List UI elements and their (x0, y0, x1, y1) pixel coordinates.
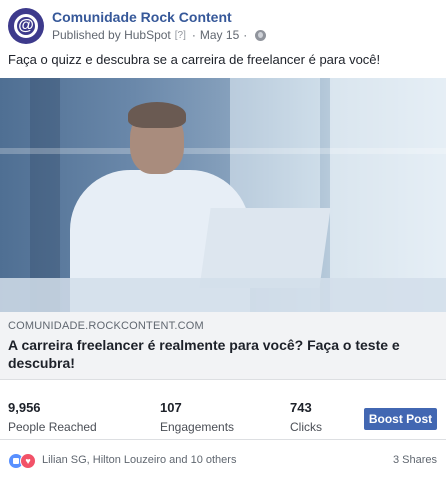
link-preview-card[interactable]: COMUNIDADE.ROCKCONTENT.COM A carreira fr… (0, 312, 446, 380)
at-sign-icon: @ (14, 14, 38, 38)
love-icon: ♥ (20, 453, 36, 469)
clicks-label: Clicks (290, 420, 322, 434)
link-domain: COMUNIDADE.ROCKCONTENT.COM (8, 320, 204, 332)
meta-separator: · (191, 28, 196, 42)
meta-separator-2: · (243, 28, 248, 42)
image-laptop (199, 208, 331, 288)
link-title[interactable]: A carreira freelancer é realmente para v… (8, 336, 428, 372)
stat-clicks[interactable]: 743 Clicks (290, 400, 322, 434)
facebook-post: @ Comunidade Rock Content Published by H… (0, 0, 446, 482)
clicks-value: 743 (290, 400, 312, 415)
people-reached-value: 9,956 (8, 400, 41, 415)
stat-people-reached[interactable]: 9,956 People Reached (8, 400, 97, 434)
page-name-link[interactable]: Comunidade Rock Content (52, 9, 232, 25)
shares-count[interactable]: 3 Shares (393, 454, 437, 466)
post-insights: 9,956 People Reached 107 Engagements 743… (0, 392, 446, 440)
publisher-link[interactable]: HubSpot (124, 28, 171, 42)
page-avatar[interactable]: @ (8, 8, 44, 44)
post-header: @ Comunidade Rock Content Published by H… (8, 8, 438, 44)
reaction-icons[interactable]: ♥ (8, 453, 38, 469)
reactions-bar: ♥ Lilian SG, Hilton Louzeiro and 10 othe… (0, 450, 446, 470)
globe-icon[interactable] (255, 29, 267, 41)
boost-post-button[interactable]: Boost Post (364, 408, 437, 430)
stat-engagements[interactable]: 107 Engagements (160, 400, 234, 434)
engagements-value: 107 (160, 400, 182, 415)
post-date[interactable]: May 15 (200, 28, 239, 42)
post-meta: Published by HubSpot [?] · May 15 · (52, 28, 267, 42)
help-marker[interactable]: [?] (175, 30, 186, 41)
link-preview-image[interactable] (0, 78, 446, 312)
reaction-names[interactable]: Lilian SG, Hilton Louzeiro and 10 others (42, 454, 236, 466)
published-by-text: Published by (52, 28, 121, 42)
image-column (30, 78, 60, 312)
people-reached-label: People Reached (8, 420, 97, 434)
image-person-hair (128, 102, 186, 128)
image-window-frame (0, 148, 446, 154)
engagements-label: Engagements (160, 420, 235, 434)
image-desk (0, 278, 446, 312)
image-window-right (330, 78, 446, 312)
post-message: Faça o quizz e descubra se a carreira de… (8, 52, 381, 67)
avatar-glyph: @ (18, 16, 34, 34)
